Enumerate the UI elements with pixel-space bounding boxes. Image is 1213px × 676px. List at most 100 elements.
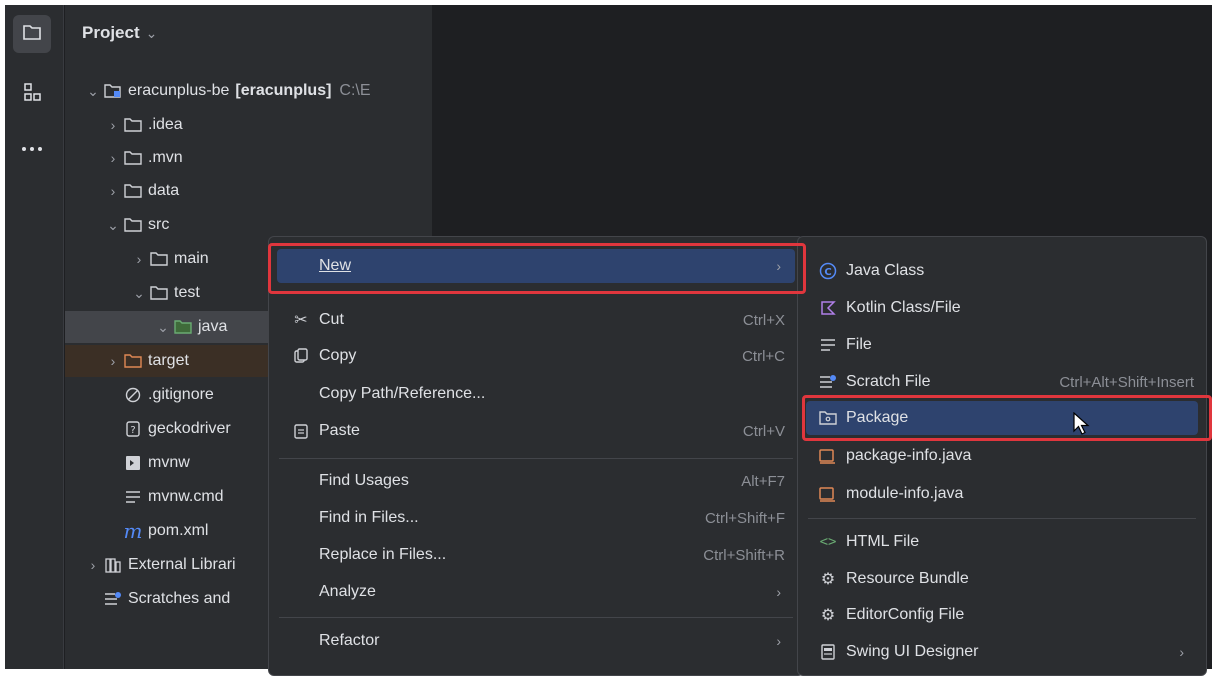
library-icon (103, 557, 123, 573)
submenu-item-label: module-info.java (846, 485, 964, 502)
menu-item-cut[interactable]: ✂ Cut Ctrl+X (277, 303, 795, 337)
chevron-down-icon[interactable]: ⌄ (103, 217, 123, 234)
folder-icon (22, 23, 42, 46)
chevron-right-icon[interactable]: › (103, 353, 123, 369)
tree-node-root[interactable]: ⌄ eracunplus-be [eracunplus] C:\E (65, 75, 432, 107)
menu-item-copy[interactable]: Copy Ctrl+C (277, 339, 795, 373)
chevron-down-icon[interactable]: ⌄ (83, 83, 103, 100)
menu-item-find-usages[interactable]: Find Usages Alt+F7 (277, 464, 795, 498)
java-file-icon (818, 484, 838, 504)
tree-label: data (148, 182, 180, 199)
tree-label: geckodriver (148, 420, 231, 437)
menu-item-new[interactable]: New › (277, 249, 795, 283)
scratch-file-icon (818, 372, 838, 392)
submenu-item-kotlin[interactable]: Kotlin Class/File (806, 291, 1198, 325)
submenu-item-resource-bundle[interactable]: ⚙ Resource Bundle (806, 562, 1198, 596)
shortcut-text: Ctrl+V (742, 422, 785, 440)
menu-item-label: Find Usages (319, 472, 409, 489)
tree-label: .gitignore (148, 386, 214, 403)
folder-icon (123, 183, 143, 199)
shell-script-icon (123, 455, 143, 471)
menu-item-refactor[interactable]: Refactor › (277, 624, 795, 658)
new-submenu: C Java Class Kotlin Class/File File Scra… (797, 236, 1207, 676)
folder-icon (149, 251, 169, 267)
menu-separator (279, 617, 793, 618)
structure-tool-button[interactable] (13, 75, 51, 113)
chevron-down-icon: ⌄ (145, 24, 158, 41)
folder-icon (123, 150, 143, 166)
menu-separator (808, 518, 1196, 519)
tree-label: Scratches and (128, 590, 231, 607)
context-menu: New › ✂ Cut Ctrl+X Copy Ctrl+C Copy Path… (268, 236, 804, 676)
tree-label: mvnw.cmd (148, 488, 224, 505)
submenu-item-scratch-file[interactable]: Scratch File Ctrl+Alt+Shift+Insert (806, 365, 1198, 399)
menu-item-find-in-files[interactable]: Find in Files... Ctrl+Shift+F (277, 501, 795, 535)
excluded-folder-icon (123, 353, 143, 369)
menu-item-paste[interactable]: Paste Ctrl+V (277, 414, 795, 448)
scratches-icon (103, 591, 123, 607)
submenu-item-package-info[interactable]: package-info.java (806, 439, 1198, 473)
module-folder-icon (103, 83, 123, 99)
structure-icon (22, 82, 42, 107)
menu-separator (279, 458, 793, 459)
submenu-item-package[interactable]: Package (806, 401, 1198, 435)
java-class-icon: C (818, 261, 838, 281)
submenu-item-file[interactable]: File (806, 328, 1198, 362)
project-tool-button[interactable] (13, 15, 51, 53)
tree-label: target (148, 352, 189, 369)
menu-item-copy-path[interactable]: Copy Path/Reference... (277, 377, 795, 411)
submenu-item-editorconfig[interactable]: ⚙ EditorConfig File (806, 598, 1198, 632)
chevron-right-icon[interactable]: › (103, 183, 123, 199)
chevron-right-icon: › (776, 584, 781, 600)
submenu-item-label: EditorConfig File (846, 606, 965, 623)
menu-item-replace-in-files[interactable]: Replace in Files... Ctrl+Shift+R (277, 538, 795, 572)
folder-icon (123, 217, 143, 233)
shortcut-text: Ctrl+Shift+F (704, 509, 785, 527)
chevron-right-icon[interactable]: › (129, 251, 149, 267)
chevron-right-icon: › (776, 633, 781, 649)
menu-item-label: Copy (319, 347, 357, 364)
chevron-down-icon[interactable]: ⌄ (129, 285, 149, 302)
submenu-item-module-info[interactable]: module-info.java (806, 477, 1198, 511)
chevron-right-icon: › (1179, 644, 1184, 660)
tree-label: test (174, 284, 200, 301)
submenu-item-label: package-info.java (846, 447, 972, 464)
submenu-item-swing-ui-designer[interactable]: Swing UI Designer › (806, 635, 1198, 669)
menu-item-label: Refactor (319, 632, 380, 649)
folder-icon (123, 117, 143, 133)
chevron-right-icon[interactable]: › (103, 150, 123, 166)
chevron-down-icon[interactable]: ⌄ (153, 319, 173, 336)
tree-node[interactable]: › data (65, 175, 432, 207)
menu-item-label: Paste (319, 422, 360, 439)
unknown-file-icon: ? (123, 421, 143, 437)
text-file-icon (123, 489, 143, 505)
menu-item-label: Cut (319, 311, 344, 328)
tree-label: .mvn (148, 149, 183, 166)
submenu-item-java-class[interactable]: C Java Class (806, 254, 1198, 288)
submenu-item-label: Resource Bundle (846, 570, 969, 587)
more-tools-button[interactable] (13, 129, 51, 167)
chevron-right-icon[interactable]: › (103, 117, 123, 133)
chevron-right-icon[interactable]: › (83, 557, 103, 573)
submenu-item-label: Swing UI Designer (846, 643, 979, 660)
tree-node[interactable]: › .mvn (65, 142, 432, 174)
tree-node[interactable]: › .idea (65, 109, 432, 141)
submenu-item-label: Java Class (846, 262, 925, 279)
tree-label: src (148, 216, 170, 233)
form-icon (818, 642, 838, 662)
submenu-item-label: HTML File (846, 533, 920, 550)
project-view-selector[interactable]: Project ⌄ (82, 23, 157, 43)
mouse-cursor-icon (1073, 411, 1091, 441)
submenu-item-html-file[interactable]: <> HTML File (806, 525, 1198, 559)
tree-label: .idea (148, 116, 183, 133)
test-source-folder-icon (173, 319, 193, 335)
menu-item-label: Find in Files... (319, 509, 419, 526)
menu-item-label: Copy Path/Reference... (319, 385, 486, 402)
submenu-item-label: File (846, 336, 872, 353)
tree-label: main (174, 250, 209, 267)
menu-item-analyze[interactable]: Analyze › (277, 575, 795, 609)
chevron-right-icon: › (776, 258, 781, 274)
tree-label: pom.xml (148, 522, 209, 539)
shortcut-text: Ctrl+X (742, 311, 785, 329)
maven-icon: m (123, 519, 143, 543)
